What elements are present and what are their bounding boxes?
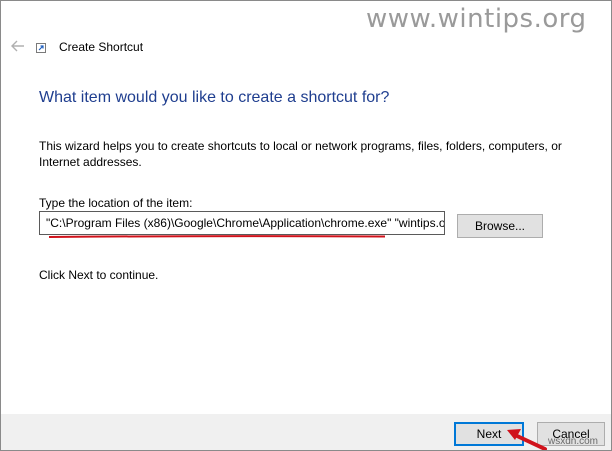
create-shortcut-window: Create Shortcut What item would you like… (0, 0, 612, 451)
location-label: Type the location of the item: (39, 196, 193, 210)
browse-button[interactable]: Browse... (457, 214, 543, 238)
site-watermark: www.wintips.org (366, 4, 587, 34)
location-input[interactable] (39, 211, 445, 235)
wizard-heading: What item would you like to create a sho… (39, 89, 390, 106)
red-arrow-pointer-icon (507, 429, 547, 450)
window-title: Create Shortcut (59, 40, 144, 54)
shortcut-app-icon (36, 43, 46, 53)
continue-instruction: Click Next to continue. (39, 268, 159, 282)
wizard-description: This wizard helps you to create shortcut… (39, 139, 562, 169)
back-arrow-icon[interactable] (10, 39, 26, 53)
site-mark-bottom: wsxdn.com (548, 436, 599, 447)
red-underline-annotation (49, 235, 385, 238)
